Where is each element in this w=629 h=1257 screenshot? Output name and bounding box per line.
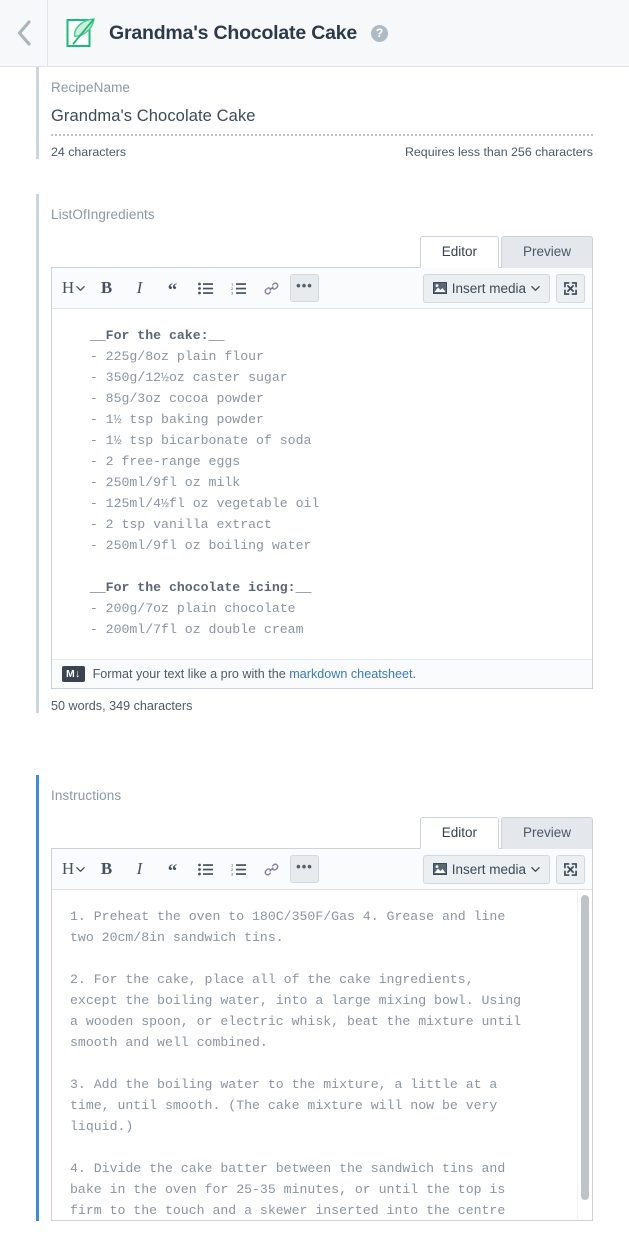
ingredients-heading-1: __For the cake:__ — [74, 328, 225, 343]
insert-media-button[interactable]: Insert media — [422, 854, 550, 884]
ingredients-item: - 200ml/7fl oz double cream — [74, 622, 304, 637]
ingredients-item: - 85g/3oz cocoa powder — [74, 391, 264, 406]
chevron-down-icon — [531, 285, 540, 291]
link-icon[interactable] — [257, 274, 286, 302]
field-label-instructions: Instructions — [51, 788, 122, 803]
hint-prefix: Format your text like a pro with the — [92, 667, 290, 681]
bold-button[interactable]: B — [92, 274, 121, 302]
blockquote-button[interactable]: “ — [158, 855, 187, 883]
tab-editor[interactable]: Editor — [419, 817, 499, 849]
leaf-document-icon — [65, 16, 97, 50]
chevron-down-icon — [76, 285, 85, 291]
editor-tabs-instructions: Editor Preview — [51, 817, 593, 849]
fullscreen-button[interactable] — [556, 273, 585, 303]
ingredients-item: - 1½ tsp bicarbonate of soda — [74, 433, 312, 448]
heading-label: H — [61, 859, 75, 878]
field-recipe-name: RecipeName Grandma's Chocolate Cake 24 c… — [36, 67, 593, 159]
fullscreen-button[interactable] — [556, 854, 585, 884]
help-icon[interactable]: ? — [371, 24, 389, 42]
insert-media-button[interactable]: Insert media — [422, 273, 550, 303]
editor-tabs-ingredients: Editor Preview — [51, 236, 593, 268]
editor-toolbar: H B I “ 123 ••• Insert media — [52, 849, 592, 890]
markdown-hint-bar: M↓ Format your text like a pro with the … — [52, 659, 592, 688]
heading-button[interactable]: H — [59, 274, 88, 302]
ingredients-heading-2: __For the chocolate icing:__ — [74, 580, 312, 595]
link-icon[interactable] — [257, 855, 286, 883]
expand-icon — [564, 281, 577, 295]
tab-preview[interactable]: Preview — [500, 236, 593, 268]
svg-text:3: 3 — [231, 871, 234, 876]
ingredients-item: - 2 tsp vanilla extract — [74, 517, 272, 532]
ingredients-item: - 225g/8oz plain flour — [74, 349, 264, 364]
chevron-down-icon — [531, 866, 540, 872]
ingredients-item: - 2 free-range eggs — [74, 454, 241, 469]
char-count: 24 characters — [51, 145, 127, 159]
image-icon — [432, 863, 447, 875]
field-label-recipe-name: RecipeName — [51, 80, 131, 95]
tab-editor[interactable]: Editor — [419, 236, 499, 268]
italic-button[interactable]: I — [125, 274, 154, 302]
tab-preview[interactable]: Preview — [500, 817, 593, 849]
ingredients-item: - 350g/12½oz caster sugar — [74, 370, 288, 385]
ingredients-item: - 250ml/9fl oz milk — [74, 475, 241, 490]
ingredients-textarea[interactable]: __For the cake:__ - 225g/8oz plain flour… — [52, 309, 592, 659]
ingredients-item: - 1½ tsp baking powder — [74, 412, 264, 427]
bold-button[interactable]: B — [92, 855, 121, 883]
back-button[interactable] — [0, 0, 48, 66]
hint-suffix: . — [412, 667, 417, 681]
expand-icon — [564, 862, 577, 876]
instructions-textarea[interactable]: 1. Preheat the oven to 180C/350F/Gas 4. … — [52, 890, 592, 1220]
char-requirement: Requires less than 256 characters — [404, 145, 593, 159]
bullet-list-icon[interactable] — [191, 855, 220, 883]
blockquote-button[interactable]: “ — [158, 274, 187, 302]
more-options-button[interactable]: ••• — [290, 274, 319, 302]
markdown-icon: M↓ — [62, 666, 85, 682]
editor-toolbar: H B I “ 123 ••• Insert media — [52, 268, 592, 309]
bullet-list-icon[interactable] — [191, 274, 220, 302]
instructions-scrollbar[interactable] — [577, 891, 591, 1219]
editor-box-ingredients: H B I “ 123 ••• Insert media __For the c… — [51, 267, 593, 689]
ingredients-item: - 125ml/4½fl oz vegetable oil — [74, 496, 320, 511]
insert-media-label: Insert media — [451, 861, 526, 877]
heading-button[interactable]: H — [59, 855, 88, 883]
field-underline — [51, 134, 593, 136]
markdown-cheatsheet-link[interactable]: markdown cheatsheet — [289, 667, 412, 681]
app-header: Grandma's Chocolate Cake ? — [0, 0, 629, 67]
markdown-hint-text: Format your text like a pro with the mar… — [93, 667, 416, 681]
page-title: Grandma's Chocolate Cake — [109, 21, 358, 44]
header-title-zone: Grandma's Chocolate Cake ? — [48, 0, 629, 66]
field-list-of-ingredients: ListOfIngredients Editor Preview H B I “ — [36, 194, 593, 713]
svg-text:3: 3 — [231, 290, 234, 295]
recipe-name-meta: 24 characters Requires less than 256 cha… — [51, 137, 593, 159]
markdown-editor-ingredients: Editor Preview H B I “ 123 ••• Insert me… — [51, 228, 593, 713]
heading-label: H — [61, 278, 75, 297]
field-label-ingredients: ListOfIngredients — [51, 207, 155, 222]
recipe-name-input[interactable]: Grandma's Chocolate Cake — [51, 101, 593, 134]
field-instructions: Instructions Editor Preview H B I “ 1 2 … — [36, 775, 593, 1221]
editor-box-instructions: H B I “ 123 ••• Insert media 1. Preheat … — [51, 848, 593, 1221]
ingredients-item: - 200g/7oz plain chocolate — [74, 601, 296, 616]
ingredients-item: - 250ml/9fl oz boiling water — [74, 538, 312, 553]
chevron-down-icon — [76, 866, 85, 872]
insert-media-label: Insert media — [451, 280, 526, 296]
markdown-editor-instructions: Editor Preview H B I “ 123 ••• Insert me… — [51, 809, 593, 1221]
scrollbar-thumb[interactable] — [581, 895, 589, 1200]
ingredients-word-count: 50 words, 349 characters — [51, 699, 193, 713]
numbered-list-icon[interactable]: 123 — [224, 274, 253, 302]
more-options-button[interactable]: ••• — [290, 855, 319, 883]
page-body: RecipeName Grandma's Chocolate Cake 24 c… — [0, 67, 629, 1221]
italic-button[interactable]: I — [125, 855, 154, 883]
chevron-left-icon — [17, 20, 31, 46]
numbered-list-icon[interactable]: 123 — [224, 855, 253, 883]
image-icon — [432, 282, 447, 294]
